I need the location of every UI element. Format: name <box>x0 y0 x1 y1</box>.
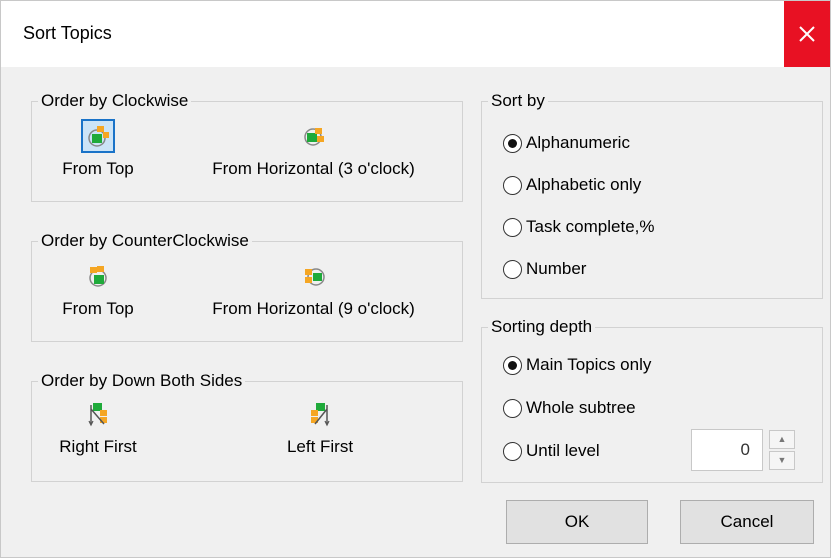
counterclockwise-from-top-option[interactable]: From Top <box>48 259 148 319</box>
clockwise-from-top-label: From Top <box>62 159 134 178</box>
down-both-sides-legend: Order by Down Both Sides <box>38 371 246 391</box>
clockwise-from-top-option[interactable]: From Top <box>48 119 148 179</box>
level-spinner: ▲ ▼ <box>769 430 795 470</box>
counterclockwise-from-top-icon <box>81 259 115 293</box>
clockwise-from-horizontal-label: From Horizontal (3 o'clock) <box>212 159 415 178</box>
left-first-option[interactable]: Left First <box>265 397 375 457</box>
sort-alphabetic-only-label: Alphabetic only <box>526 175 642 194</box>
radio-indicator <box>503 259 522 279</box>
chevron-down-icon: ▼ <box>777 455 787 465</box>
sort-number-radio[interactable]: Number <box>503 259 586 279</box>
chevron-up-icon: ▲ <box>777 434 787 444</box>
depth-until-level-label: Until level <box>526 441 600 460</box>
radio-selected-indicator <box>503 355 522 375</box>
clockwise-legend: Order by Clockwise <box>38 91 192 111</box>
spin-up-button[interactable]: ▲ <box>769 430 795 449</box>
radio-indicator <box>503 175 522 195</box>
cancel-button[interactable]: Cancel <box>680 500 814 544</box>
right-first-label: Right First <box>59 437 137 456</box>
radio-indicator <box>503 217 522 237</box>
clockwise-from-horizontal-option[interactable]: From Horizontal (3 o'clock) <box>181 119 446 179</box>
sort-alphabetic-only-radio[interactable]: Alphabetic only <box>503 175 641 195</box>
right-first-icon <box>81 397 115 431</box>
left-first-label: Left First <box>286 437 354 456</box>
sort-task-complete-label: Task complete,% <box>526 217 655 236</box>
sort-task-complete-radio[interactable]: Task complete,% <box>503 217 655 237</box>
radio-selected-indicator <box>503 133 522 153</box>
sort-alphanumeric-radio[interactable]: Alphanumeric <box>503 133 630 153</box>
right-first-option[interactable]: Right First <box>43 397 153 457</box>
counterclockwise-legend: Order by CounterClockwise <box>38 231 252 251</box>
counterclockwise-from-horizontal-option[interactable]: From Horizontal (9 o'clock) <box>181 259 446 319</box>
counterclockwise-from-top-label: From Top <box>62 299 134 318</box>
counterclockwise-from-horizontal-icon <box>297 259 331 293</box>
spin-down-button[interactable]: ▼ <box>769 451 795 470</box>
depth-whole-subtree-label: Whole subtree <box>526 398 636 417</box>
title-bar: Sort Topics <box>1 1 830 67</box>
dialog-title: Sort Topics <box>23 23 112 43</box>
depth-main-topics-label: Main Topics only <box>526 355 652 374</box>
clockwise-from-top-icon <box>81 119 115 153</box>
radio-indicator <box>503 441 522 461</box>
close-icon <box>799 26 815 42</box>
close-button[interactable] <box>784 1 830 67</box>
depth-whole-subtree-radio[interactable]: Whole subtree <box>503 398 636 418</box>
sort-topics-dialog: Sort Topics Order by Clockwise From Top <box>0 0 831 558</box>
sort-alphanumeric-label: Alphanumeric <box>526 133 630 152</box>
depth-until-level-radio[interactable]: Until level <box>503 441 600 461</box>
counterclockwise-from-horizontal-label: From Horizontal (9 o'clock) <box>212 299 415 318</box>
depth-main-topics-radio[interactable]: Main Topics only <box>503 355 651 375</box>
ok-button[interactable]: OK <box>506 500 648 544</box>
left-first-icon <box>303 397 337 431</box>
radio-indicator <box>503 398 522 418</box>
sort-by-legend: Sort by <box>488 91 548 111</box>
clockwise-from-horizontal-icon <box>297 119 331 153</box>
level-input[interactable]: 0 <box>691 429 763 471</box>
sorting-depth-legend: Sorting depth <box>488 317 596 337</box>
sort-number-label: Number <box>526 259 587 278</box>
